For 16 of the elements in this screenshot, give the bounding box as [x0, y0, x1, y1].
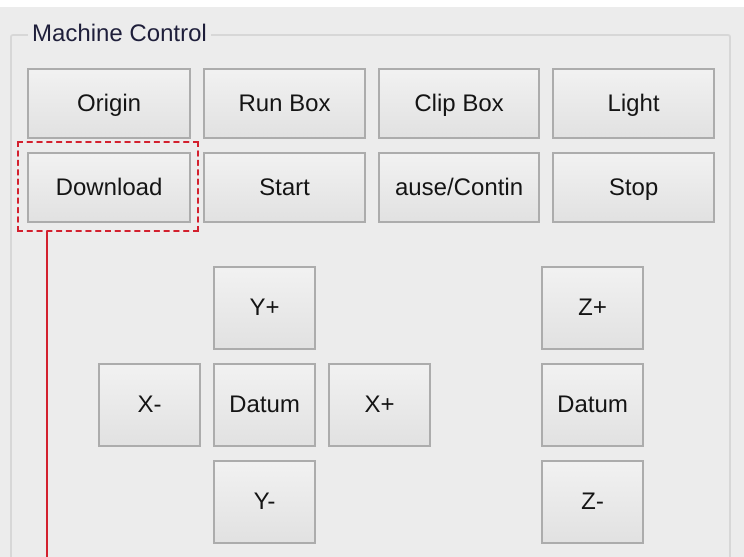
action-button[interactable]: Light — [552, 68, 715, 139]
jog-button[interactable]: X+ — [328, 363, 431, 447]
action-button[interactable]: Clip Box — [378, 68, 540, 139]
action-button[interactable]: ause/Contin — [378, 152, 540, 223]
jog-button[interactable]: Y+ — [213, 266, 316, 350]
action-button[interactable]: Run Box — [203, 68, 366, 139]
jog-button[interactable]: Datum — [541, 363, 644, 447]
action-button[interactable]: Download — [27, 152, 191, 223]
action-button[interactable]: Origin — [27, 68, 191, 139]
action-button[interactable]: Start — [203, 152, 366, 223]
jog-button[interactable]: Z- — [541, 460, 644, 544]
action-button[interactable]: Stop — [552, 152, 715, 223]
jog-button[interactable]: Z+ — [541, 266, 644, 350]
jog-button[interactable]: Y- — [213, 460, 316, 544]
jog-button[interactable]: X- — [98, 363, 201, 447]
jog-button[interactable]: Datum — [213, 363, 316, 447]
